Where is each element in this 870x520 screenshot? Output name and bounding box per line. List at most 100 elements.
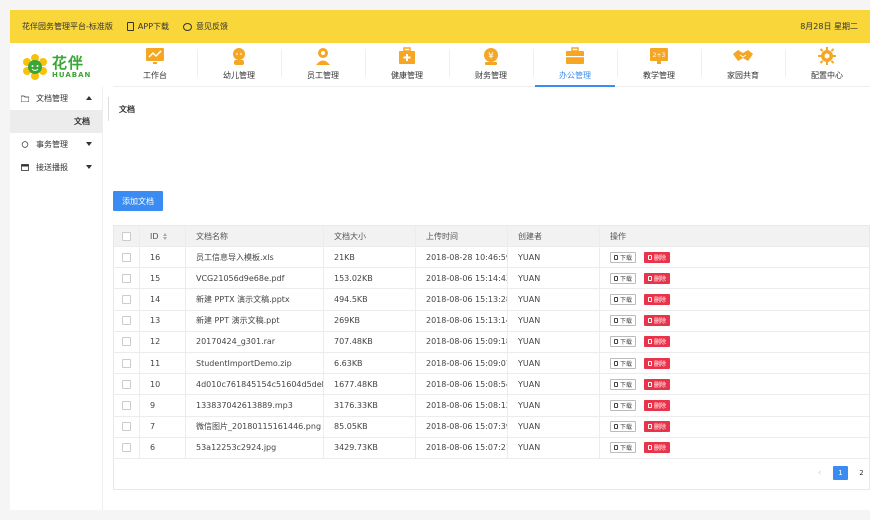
row-checkbox[interactable] (122, 273, 131, 283)
cell-actions: 下载 删除 (600, 438, 869, 458)
add-document-button[interactable]: 添加文档 (113, 191, 163, 211)
nav-finance-management[interactable]: ¥ 财务管理 (449, 43, 533, 87)
row-checkbox[interactable] (122, 252, 131, 262)
cell-actions: 下载 删除 (600, 247, 869, 267)
nav-home-school[interactable]: 家园共育 (701, 43, 785, 87)
header-id[interactable]: ID (140, 226, 186, 246)
cell-id: 11 (140, 352, 186, 374)
trash-icon (648, 424, 653, 430)
cell-id: 10 (140, 374, 186, 395)
row-checkbox[interactable] (122, 337, 131, 347)
feedback-link[interactable]: 意见反馈 (183, 21, 228, 32)
delete-button[interactable]: 删除 (644, 442, 671, 454)
nav-teaching-management[interactable]: 2+3 教学管理 (617, 43, 701, 87)
cell-id: 14 (140, 289, 186, 310)
prev-page-button[interactable]: ‹ (812, 466, 827, 480)
sidebar-item-affairs-management[interactable]: 事务管理 (10, 133, 102, 156)
delete-button[interactable]: 删除 (644, 251, 671, 263)
page-1-button[interactable]: 1 (833, 465, 848, 480)
handshake-icon (733, 50, 753, 61)
row-checkbox[interactable] (122, 422, 131, 432)
cell-size: 21KB (324, 247, 416, 268)
cell-id: 13 (140, 310, 186, 331)
download-button[interactable]: 下载 (610, 421, 637, 433)
cell-actions: 下载 删除 (600, 311, 869, 331)
table-row: 14 新建 PPTX 演示文稿.pptx 494.5KB 2018-08-06 15:… (114, 289, 869, 311)
delete-button[interactable]: 删除 (644, 399, 671, 411)
cell-size: 85.05KB (324, 416, 416, 437)
page-2-button[interactable]: 2 (854, 466, 869, 480)
delete-button[interactable]: 删除 (644, 272, 671, 284)
nav-staff-management[interactable]: 员工管理 (281, 43, 365, 87)
sidebar-item-documents[interactable]: 文档 (10, 110, 102, 133)
cell-actions: 下载 删除 (600, 417, 869, 437)
logo[interactable]: 花伴 HUABAN (22, 51, 112, 83)
sidebar-item-document-management[interactable]: 文档管理 (10, 87, 102, 110)
row-checkbox[interactable] (122, 358, 131, 368)
cell-name: 20170424_g301.rar (186, 331, 324, 352)
row-checkbox[interactable] (122, 294, 131, 304)
nav-child-management[interactable]: 幼儿管理 (197, 43, 281, 87)
app-download-link[interactable]: APP下载 (126, 21, 169, 32)
download-icon (614, 381, 618, 387)
download-button[interactable]: 下载 (610, 378, 637, 390)
top-bar: 花伴园务管理平台-标准版 APP下载 意见反馈 8月28日 星期二 (10, 10, 870, 43)
cell-size: 494.5KB (324, 289, 416, 310)
app-window: 花伴 HUABAN 工作台 幼儿管理 员工管理 健康管理 ¥ 财务管理 办公管理 (10, 43, 870, 510)
delete-button[interactable]: 删除 (644, 378, 671, 390)
row-checkbox[interactable] (122, 443, 131, 453)
sort-icon[interactable] (162, 232, 168, 240)
cell-name: 新建 PPT 演示文稿.ppt (186, 310, 324, 331)
download-button[interactable]: 下载 (610, 251, 637, 263)
trash-icon (648, 360, 653, 366)
nav-workbench[interactable]: 工作台 (113, 43, 197, 87)
cell-id: 7 (140, 416, 186, 437)
cell-upload-time: 2018-08-06 15:13:14 (416, 310, 508, 331)
cell-actions: 下载 删除 (600, 374, 869, 394)
delete-button[interactable]: 删除 (644, 293, 671, 305)
table-row: 11 StudentImportDemo.zip 6.63KB 2018-08-06 … (114, 352, 869, 375)
download-button[interactable]: 下载 (610, 336, 637, 348)
delete-button[interactable]: 删除 (644, 421, 671, 433)
trash-icon (648, 318, 653, 324)
breadcrumb: 文档 (108, 97, 135, 121)
trash-icon (648, 402, 653, 408)
download-icon (614, 296, 618, 302)
download-button[interactable]: 下载 (610, 399, 637, 411)
cell-name: 新建 PPTX 演示文稿.pptx (186, 289, 324, 310)
row-checkbox[interactable] (122, 379, 131, 389)
svg-text:¥: ¥ (488, 52, 494, 62)
download-icon (614, 275, 618, 281)
cell-upload-time: 2018-08-06 15:14:43 (416, 268, 508, 289)
select-all-checkbox[interactable] (122, 231, 131, 241)
table-row: 9 133837042613889.mp3 3176.33KB 2018-08-06 … (114, 395, 869, 417)
cell-actions: 下载 删除 (600, 332, 869, 352)
delete-button[interactable]: 删除 (644, 357, 671, 369)
chart-screen-icon (146, 48, 164, 64)
nav-health-management[interactable]: 健康管理 (365, 43, 449, 87)
cell-creator: YUAN (508, 331, 600, 352)
sidebar-item-pickup-broadcast[interactable]: 接送播报 (10, 156, 102, 179)
teaching-board-icon: 2+3 (650, 48, 668, 64)
download-button[interactable]: 下载 (610, 315, 637, 327)
download-button[interactable]: 下载 (610, 293, 637, 305)
cell-name: 133837042613889.mp3 (186, 395, 324, 416)
row-checkbox[interactable] (122, 316, 131, 326)
download-button[interactable]: 下载 (610, 357, 637, 369)
nav-office-management[interactable]: 办公管理 (533, 43, 617, 87)
pagination: ‹ 1 2 (806, 465, 869, 480)
download-icon (614, 445, 618, 451)
cell-name: 员工信息导入模板.xls (186, 247, 324, 268)
nav-config-center[interactable]: 配置中心 (785, 43, 869, 87)
download-button[interactable]: 下载 (610, 272, 637, 284)
cell-upload-time: 2018-08-28 10:46:59 (416, 247, 508, 268)
download-button[interactable]: 下载 (610, 442, 637, 454)
delete-button[interactable]: 删除 (644, 315, 671, 327)
row-checkbox[interactable] (122, 400, 131, 410)
trash-icon (648, 381, 653, 387)
cell-size: 1677.48KB (324, 374, 416, 395)
trash-icon (648, 445, 653, 451)
cell-actions: 下载 删除 (600, 289, 869, 309)
cell-name: StudentImportDemo.zip (186, 352, 324, 374)
delete-button[interactable]: 删除 (644, 336, 671, 348)
